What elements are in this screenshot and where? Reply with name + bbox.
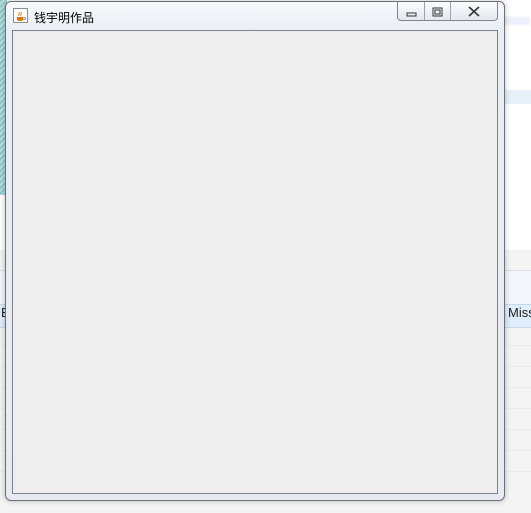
background-selection-mark: [504, 90, 531, 104]
maximize-button[interactable]: [424, 2, 450, 20]
minimize-icon: [406, 2, 417, 20]
java-cup-icon[interactable]: [13, 8, 28, 23]
close-button[interactable]: [450, 2, 497, 20]
title-bar[interactable]: 钱宇明作品: [6, 2, 504, 30]
maximize-icon: [432, 2, 443, 20]
background-column-right-label: Miss: [508, 305, 531, 320]
minimize-button[interactable]: [398, 2, 424, 20]
close-icon: [468, 2, 480, 20]
window-content-area[interactable]: [12, 30, 498, 494]
caption-buttons: [397, 2, 498, 21]
app-window: 钱宇明作品: [5, 1, 505, 501]
window-title: 钱宇明作品: [34, 11, 95, 25]
